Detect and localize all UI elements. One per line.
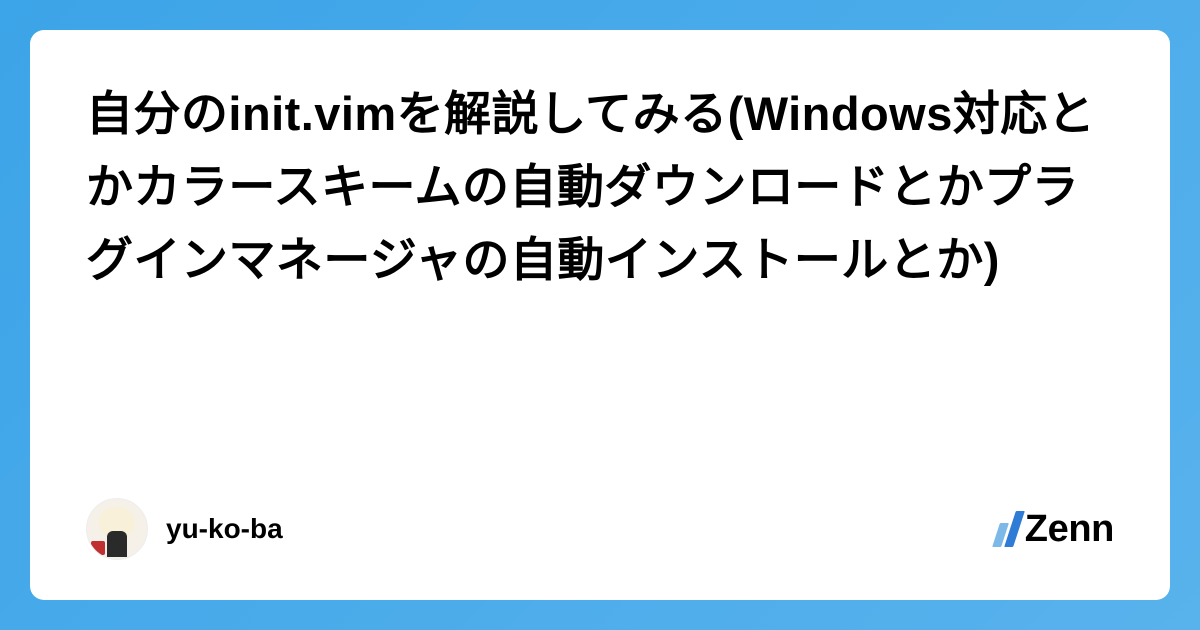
og-card: 自分のinit.vimを解説してみる(Windows対応とかカラースキームの自動… [30,30,1170,600]
zenn-icon [992,511,1025,547]
author-block: yu-ko-ba [86,498,283,560]
card-footer: yu-ko-ba Zenn [86,498,1114,560]
author-name: yu-ko-ba [166,513,283,545]
article-title: 自分のinit.vimを解説してみる(Windows対応とかカラースキームの自動… [86,78,1114,297]
author-avatar [86,498,148,560]
platform-name: Zenn [1025,508,1114,551]
platform-logo: Zenn [998,508,1114,551]
